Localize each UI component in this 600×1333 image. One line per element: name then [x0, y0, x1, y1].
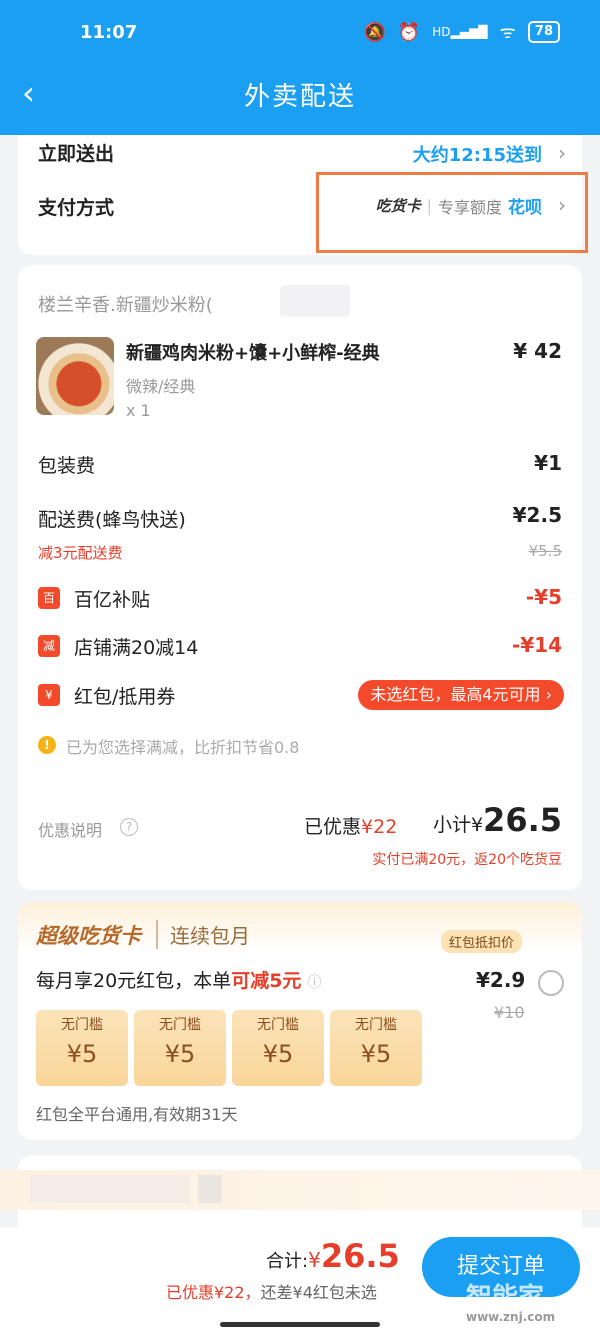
subsidy-value: -¥5	[525, 585, 562, 609]
question-icon[interactable]: ?	[120, 818, 138, 836]
coupon-card: 无门槛 ¥5	[134, 1010, 226, 1086]
item-quantity: x 1	[126, 401, 151, 420]
foodie-card-logo: 吃货卡	[375, 197, 421, 215]
delivery-payment-card: 立即送出 大约12:15送到 › 支付方式 吃货卡 | 专享额度 花呗 ›	[18, 135, 588, 255]
status-icons: 🔕 ⏰ HD▂▄▆█ ᯤ 78	[363, 20, 560, 44]
bottom-saved-note: 已优惠¥22，还差¥4红包未选	[166, 1283, 377, 1302]
status-time: 11:07	[80, 22, 138, 43]
food-image	[36, 337, 114, 415]
super-card-title: 超级吃货卡	[36, 924, 141, 948]
divider: |	[426, 196, 432, 215]
member-select-radio[interactable]	[538, 970, 564, 996]
subtotal: 小计¥26.5	[432, 801, 562, 839]
packing-fee-value: ¥1	[534, 451, 562, 475]
delivery-fee-label: 配送费(蜂鸟快送)	[38, 509, 186, 531]
item-name: 新疆鸡肉米粉+馕+小鲜榨-经典	[126, 343, 380, 364]
discount-badge-icon: 减	[38, 635, 60, 657]
payment-method: 花呗	[508, 198, 542, 218]
info-icon: !	[38, 736, 56, 754]
member-original-price: ¥10	[494, 1003, 525, 1022]
delivery-time[interactable]: 大约12:15送到	[413, 141, 542, 167]
coupon-note: 红包全平台通用,有效期31天	[36, 1105, 238, 1124]
red-packet-badge-icon: ¥	[38, 684, 60, 706]
delivery-discount-note: 减3元配送费	[38, 544, 123, 562]
alarm-icon: ⏰	[397, 21, 421, 43]
subsidy-label: 百亿补贴	[74, 589, 151, 611]
shop-discount-value: -¥14	[511, 633, 562, 657]
mute-icon: 🔕	[363, 21, 386, 43]
member-description: 每月享20元红包，本单可减5元 ⓘ	[36, 970, 322, 992]
delivery-fee-value: ¥2.5	[512, 503, 562, 527]
discount-explain-link[interactable]: 优惠说明	[38, 817, 102, 841]
item-price: ¥ 42	[513, 339, 562, 363]
item-spec: 微辣/经典	[126, 377, 196, 396]
red-packet-label: 红包/抵用券	[74, 686, 176, 708]
payment-label: 支付方式	[38, 197, 115, 219]
redacted-area	[198, 1175, 222, 1203]
question-icon: ⓘ	[307, 975, 322, 991]
header: 11:07 🔕 ⏰ HD▂▄▆█ ᯤ 78 ‹ 外卖配送	[0, 0, 600, 135]
subsidy-badge-icon: 百	[38, 587, 60, 609]
delivery-label: 立即送出	[38, 143, 115, 165]
page-title: 外卖配送	[243, 82, 356, 112]
order-card: 楼兰辛香.新疆炒米粉( 新疆鸡肉米粉+馕+小鲜榨-经典 微辣/经典 x 1 ¥ …	[18, 265, 582, 890]
red-packet-price-tag: 红包抵扣价	[440, 930, 522, 953]
signal-icon: HD▂▄▆█	[432, 25, 488, 39]
super-card-subtitle: 连续包月	[156, 920, 250, 949]
member-price: ¥2.9	[476, 968, 526, 992]
watermark: 智能家 www.znj.com	[466, 1283, 556, 1324]
select-red-packet-button[interactable]: 未选红包，最高4元可用 ›	[358, 680, 564, 710]
total: 合计:¥26.5	[266, 1237, 400, 1275]
super-foodie-card: 超级吃货卡 连续包月 红包抵扣价 每月享20元红包，本单可减5元 ⓘ ¥2.9 …	[18, 902, 582, 1140]
home-indicator	[220, 1322, 380, 1327]
redacted-area	[30, 1175, 190, 1203]
subtotal-note: 实付已满20元，返20个吃货豆	[372, 852, 562, 868]
redacted-area	[280, 285, 350, 317]
packing-fee-label: 包装费	[38, 455, 96, 477]
payment-quota: 专享额度	[437, 197, 502, 217]
delivery-fee-original: ¥5.5	[528, 542, 562, 560]
battery-icon: 78	[527, 21, 560, 43]
chevron-right-icon: ›	[558, 141, 566, 165]
wifi-icon: ᯤ	[499, 22, 516, 43]
shop-discount-label: 店铺满20减14	[74, 637, 199, 659]
coupon-card: 无门槛 ¥5	[36, 1010, 128, 1086]
coupon-card: 无门槛 ¥5	[232, 1010, 324, 1086]
saved-amount: 已优惠¥22	[304, 816, 398, 838]
coupon-card: 无门槛 ¥5	[330, 1010, 422, 1086]
shop-name[interactable]: 楼兰辛香.新疆炒米粉(	[38, 291, 213, 317]
discount-tip: 已为您选择满减，比折扣节省0.8	[66, 738, 300, 757]
chevron-right-icon: ›	[558, 193, 566, 217]
payment-method-selector[interactable]: 吃货卡 | 专享额度 花呗	[376, 193, 542, 218]
